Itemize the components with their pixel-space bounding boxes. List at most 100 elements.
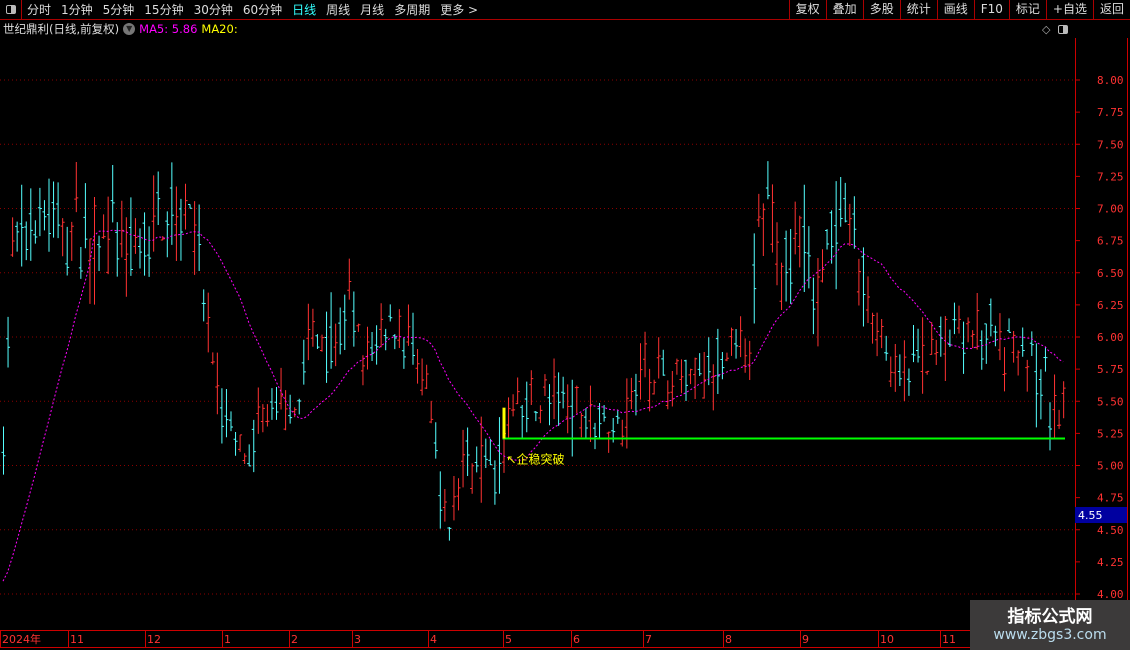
ohlc-bar bbox=[979, 330, 984, 370]
ohlc-bar bbox=[1011, 331, 1016, 363]
ohlc-bar bbox=[588, 385, 593, 443]
ohlc-bar bbox=[838, 177, 843, 227]
ohlc-bar bbox=[229, 411, 233, 432]
ohlc-bar bbox=[1020, 327, 1025, 357]
ohlc-bar bbox=[738, 316, 743, 358]
ohlc-bar bbox=[938, 316, 943, 357]
ohlc-bar bbox=[251, 419, 256, 473]
ohlc-bar bbox=[315, 334, 320, 350]
y-tick-label: 6.75 bbox=[1097, 235, 1124, 248]
ohlc-bar bbox=[715, 328, 720, 395]
ohlc-bar bbox=[893, 343, 898, 392]
ohlc-bar bbox=[916, 328, 921, 363]
ohlc-bar bbox=[365, 326, 370, 370]
ohlc-bar bbox=[943, 315, 948, 382]
month-label: 11 bbox=[942, 633, 956, 646]
ohlc-bar bbox=[720, 351, 725, 380]
ohlc-bar bbox=[351, 291, 356, 347]
month-label: 2024年 bbox=[2, 632, 41, 646]
ohlc-bar bbox=[1034, 343, 1039, 428]
ohlc-bar bbox=[215, 352, 220, 415]
ohlc-bar bbox=[133, 218, 138, 254]
ohlc-bar bbox=[593, 422, 597, 450]
ohlc-bar bbox=[1, 426, 6, 475]
ohlc-bar bbox=[665, 380, 670, 410]
ohlc-bar bbox=[110, 165, 115, 223]
ohlc-bar bbox=[843, 182, 848, 223]
ohlc-bar bbox=[697, 353, 702, 377]
breakout-marker bbox=[502, 407, 506, 439]
ohlc-bar bbox=[128, 197, 133, 276]
ohlc-bar bbox=[847, 203, 852, 247]
ohlc-bar bbox=[1029, 331, 1034, 357]
ohlc-bar bbox=[633, 373, 638, 416]
ohlc-bar bbox=[65, 226, 70, 276]
ohlc-bar bbox=[297, 398, 302, 415]
ohlc-bar bbox=[406, 304, 411, 346]
ohlc-bar bbox=[670, 370, 675, 407]
y-tick-label: 7.00 bbox=[1097, 203, 1124, 216]
ohlc-bar bbox=[342, 294, 347, 351]
ohlc-bar bbox=[911, 325, 916, 363]
ohlc-bar bbox=[279, 367, 284, 410]
month-label: 8 bbox=[725, 633, 732, 646]
ohlc-bar bbox=[529, 370, 534, 406]
month-label: 7 bbox=[645, 633, 652, 646]
watermark-title: 指标公式网 bbox=[1007, 607, 1093, 627]
ohlc-bar bbox=[83, 183, 88, 249]
ohlc-bar bbox=[56, 182, 61, 239]
y-tick-label: 7.50 bbox=[1097, 138, 1124, 151]
ohlc-bar bbox=[515, 377, 520, 405]
ohlc-bar bbox=[338, 307, 343, 355]
ohlc-bar bbox=[374, 325, 379, 365]
ohlc-bar bbox=[442, 488, 447, 522]
ohlc-bar bbox=[756, 193, 761, 227]
ohlc-bar bbox=[693, 357, 698, 399]
ohlc-bar bbox=[993, 325, 998, 347]
ohlc-bar bbox=[638, 343, 643, 400]
ohlc-bar bbox=[920, 317, 925, 394]
ohlc-bar bbox=[370, 331, 375, 362]
ohlc-bar bbox=[870, 312, 875, 344]
price-chart[interactable]: 8.00 7.75 7.50 7.25 7.00 6.75 6.50 6.25 6.00 5.75… bbox=[0, 0, 1130, 650]
y-tick-label: 7.75 bbox=[1097, 106, 1124, 119]
ohlc-bar bbox=[383, 328, 388, 351]
ohlc-bar bbox=[10, 217, 15, 257]
ohlc-bar bbox=[875, 312, 880, 357]
ohlc-bar bbox=[1057, 409, 1062, 429]
ohlc-bar bbox=[219, 388, 224, 444]
ohlc-bar bbox=[479, 416, 484, 503]
ohlc-bar bbox=[192, 201, 197, 275]
ohlc-bar bbox=[138, 228, 142, 269]
ohlc-bar bbox=[506, 397, 511, 439]
ohlc-bar bbox=[957, 305, 961, 334]
ohlc-bar bbox=[324, 311, 329, 383]
y-tick-label: 8.00 bbox=[1097, 74, 1124, 87]
y-tick-label: 5.50 bbox=[1097, 395, 1124, 408]
ohlc-bar bbox=[793, 201, 798, 255]
ohlc-bar bbox=[269, 388, 274, 420]
ohlc-bar bbox=[583, 408, 588, 438]
ohlc-bar bbox=[265, 404, 270, 427]
ohlc-bar bbox=[119, 200, 124, 258]
ohlc-bar bbox=[629, 377, 634, 410]
ohlc-bar bbox=[702, 352, 707, 399]
ohlc-bar bbox=[574, 385, 579, 414]
ohlc-bar bbox=[947, 329, 952, 348]
ohlc-bar bbox=[552, 358, 557, 420]
ohlc-bar bbox=[411, 312, 415, 365]
ohlc-bar bbox=[724, 352, 729, 362]
y-tick-label: 6.50 bbox=[1097, 267, 1124, 280]
ohlc-bar bbox=[238, 434, 243, 452]
y-tick-label: 7.25 bbox=[1097, 170, 1124, 183]
ohlc-bar bbox=[183, 183, 188, 230]
y-tick-label: 4.75 bbox=[1097, 492, 1124, 505]
y-tick-label: 5.25 bbox=[1097, 427, 1124, 440]
ohlc-bar bbox=[87, 238, 92, 304]
ohlc-bar bbox=[984, 323, 989, 364]
ohlc-bar bbox=[620, 419, 625, 447]
ohlc-bar bbox=[684, 359, 688, 402]
watermark-url: www.zbgs3.com bbox=[993, 627, 1107, 643]
ohlc-bar bbox=[206, 292, 211, 353]
ohlc-bar bbox=[547, 384, 552, 426]
